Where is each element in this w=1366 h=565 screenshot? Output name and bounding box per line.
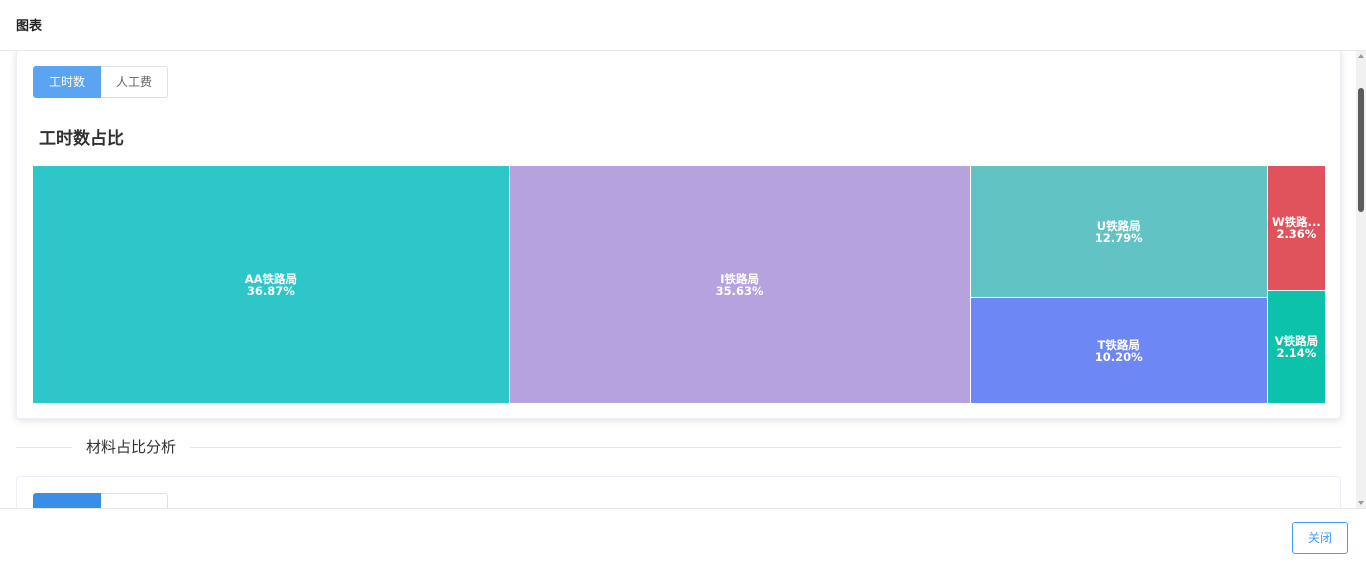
tile-name-label: T铁路局 [1097,337,1140,352]
scroll-up-arrow-icon[interactable] [1358,54,1364,58]
section-divider [16,447,1341,448]
treemap-tile[interactable]: V铁路局 2.14% [1267,290,1325,403]
tab-labor-cost[interactable]: 人工费 [101,66,169,98]
treemap-tile[interactable]: W铁路... 2.36% [1267,166,1325,290]
tile-percent-label: 2.36% [1276,226,1317,241]
close-button[interactable]: 关闭 [1292,522,1348,554]
scroll-down-arrow-icon[interactable] [1358,501,1364,505]
tile-name-label: U铁路局 [1096,218,1141,233]
treemap-tile[interactable]: I铁路局 35.63% [509,166,970,403]
dialog-body[interactable]: 工时数 人工费 工时数占比 AA铁路局 36.87% I铁路局 35.63% U铁路局 1… [0,51,1356,508]
dialog-header: 图表 [0,0,1366,51]
tile-percent-label: 12.79% [1094,230,1143,245]
chart-title: 工时数占比 [39,129,124,149]
material-tab-group [33,493,168,508]
treemap-tile[interactable]: AA铁路局 36.87% [33,166,509,403]
tile-percent-label: 35.63% [715,283,764,298]
tile-percent-label: 10.20% [1094,349,1143,364]
tab-work-hours[interactable]: 工时数 [33,66,102,98]
divider-label: 材料占比分析 [72,436,191,457]
hours-chart-card: 工时数 人工费 工时数占比 AA铁路局 36.87% I铁路局 35.63% U铁路局 1… [16,51,1341,419]
tab-material-second[interactable] [101,493,168,508]
scroll-thumb[interactable] [1358,88,1364,212]
tile-name-label: AA铁路局 [244,271,298,286]
tile-percent-label: 36.87% [246,283,295,298]
material-chart-card [16,476,1341,508]
treemap-tile[interactable]: T铁路局 10.20% [970,298,1267,403]
tile-percent-label: 2.14% [1276,345,1317,360]
vertical-scrollbar[interactable] [1356,51,1366,508]
dialog-footer: 关闭 [0,508,1366,565]
treemap-chart: AA铁路局 36.87% I铁路局 35.63% U铁路局 12.79% T铁路局 10.20… [33,166,1326,404]
metric-tab-group: 工时数 人工费 [33,66,169,98]
tab-material-first[interactable] [33,493,101,508]
tile-name-label: I铁路局 [720,271,760,286]
dialog-title: 图表 [16,19,43,34]
treemap-tile[interactable]: U铁路局 12.79% [970,166,1267,298]
